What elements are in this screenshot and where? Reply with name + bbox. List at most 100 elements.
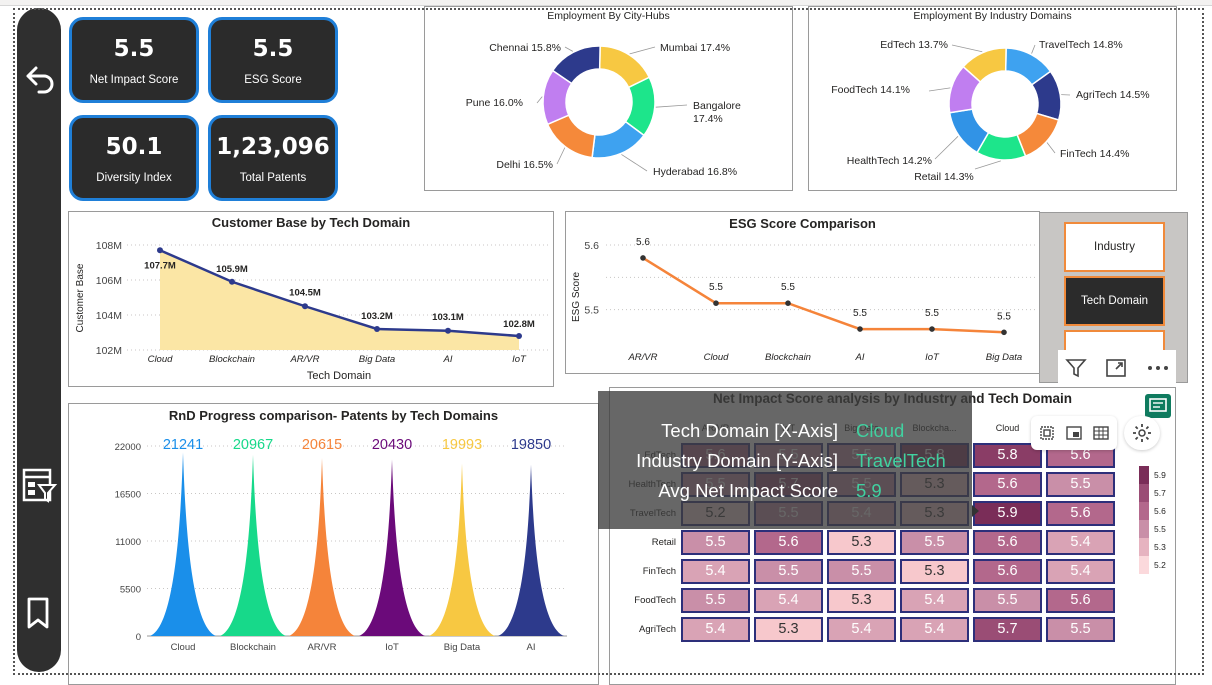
donut-industry-chart[interactable]: TravelTech 14.8% AgriTech 14.5% FinTech 14…: [809, 7, 1178, 192]
donut-city-chart[interactable]: Mumbai 17.4% Bangalore 17.4% Hyderabad 16.8…: [425, 7, 794, 192]
kpi-label: Net Impact Score: [89, 74, 179, 86]
x-tick-label: Big Data: [359, 354, 395, 365]
x-tick-label: Cloud: [148, 354, 174, 365]
more-options-icon[interactable]: [1144, 356, 1172, 380]
leader-line: [974, 160, 1001, 170]
donut-industry-panel[interactable]: Employment By Industry Domains TravelTec…: [808, 6, 1177, 191]
kpi-label: Diversity Index: [96, 172, 172, 184]
data-label: 102.8M: [503, 319, 535, 330]
data-point: [785, 300, 791, 306]
tooltip-key: Avg Net Impact Score: [658, 480, 838, 501]
data-label: 105.9M: [216, 264, 248, 275]
customer-base-panel[interactable]: Customer Base by Tech Domain 108M 106M 104…: [68, 211, 554, 387]
slice-label: HealthTech 14.2%: [847, 155, 932, 167]
spike-mark: [150, 452, 216, 636]
data-point: [302, 303, 308, 310]
data-point: [445, 327, 451, 334]
data-label: 20615: [302, 437, 342, 453]
data-point: [929, 326, 935, 332]
donut-city-panel[interactable]: Employment By City-Hubs Mumbai 17.4% Bang…: [424, 6, 793, 191]
data-label: 21241: [163, 437, 203, 453]
filter-icon[interactable]: [1064, 356, 1088, 380]
esg-score-chart[interactable]: 5.6 5.5 5.6 AR/VR 5.5 Cloud 5.5 Blockchain 5.5 AI…: [566, 212, 1041, 375]
leader-line: [951, 44, 983, 53]
y-tick-label: 102M: [96, 345, 122, 357]
data-label: 19850: [511, 437, 551, 453]
y-tick-label: 5500: [120, 585, 141, 596]
leader-line: [655, 104, 688, 108]
data-label: 20967: [233, 437, 273, 453]
kpi-value: 5.5: [113, 36, 155, 62]
y-tick-label: 106M: [96, 275, 122, 287]
table-view-icon[interactable]: [1091, 424, 1111, 442]
slice-label: Bangalore 17.4%: [693, 100, 741, 125]
spike-mark: [220, 454, 286, 636]
heatmap-tooltip: Tech Domain [X-Axis] Cloud Industry Doma…: [598, 391, 972, 529]
data-label: 5.5: [853, 308, 867, 319]
x-tick-label: AI: [527, 642, 536, 653]
customer-base-chart[interactable]: 108M 106M 104M 102M 107.7M Cloud 105.9M Blockch…: [69, 212, 555, 388]
tooltip-value: TravelTech: [856, 450, 946, 471]
comment-icon[interactable]: [1145, 394, 1171, 418]
rnd-progress-chart[interactable]: 22000 16500 11000 5500 0 21241 Cloud 20967 Block…: [69, 404, 600, 685]
data-label: 5.6: [636, 237, 650, 248]
data-point: [229, 278, 235, 285]
tooltip-row: Tech Domain [X-Axis] Cloud: [598, 420, 972, 450]
slicer-option-partial[interactable]: [1064, 330, 1165, 352]
leader-line: [564, 46, 574, 52]
focus-mode-icon[interactable]: [1104, 356, 1128, 380]
slice-label: Pune 16.0%: [466, 97, 523, 109]
filter-pane-icon[interactable]: [17, 464, 61, 508]
data-point: [857, 326, 863, 332]
kpi-value: 5.5: [252, 36, 294, 62]
settings-button[interactable]: [1124, 416, 1160, 450]
slice-label: FoodTech 14.1%: [831, 84, 910, 96]
data-label: 5.5: [997, 311, 1011, 322]
tooltip-value: Cloud: [856, 420, 905, 441]
y-axis-title: ESG Score: [571, 272, 582, 322]
tooltip-value: 5.9: [856, 480, 882, 501]
data-point: [1001, 329, 1007, 336]
x-tick-label: IoT: [512, 354, 527, 365]
slicer-option-tech-domain[interactable]: Tech Domain: [1064, 276, 1165, 326]
slice-label: EdTech 13.7%: [880, 39, 948, 51]
x-tick-label: Blockchain: [230, 642, 276, 653]
leader-line: [621, 154, 648, 172]
x-tick-label: Big Data: [986, 352, 1022, 363]
x-tick-label: IoT: [925, 352, 940, 363]
y-axis-title: Customer Base: [75, 263, 86, 332]
drill-icon[interactable]: [1037, 424, 1057, 442]
expand-icon[interactable]: [1064, 424, 1084, 442]
leader-line: [1031, 44, 1036, 54]
data-label: 103.2M: [361, 311, 393, 322]
y-tick-label: 104M: [96, 310, 122, 322]
kpi-label: ESG Score: [244, 74, 302, 86]
slice-label: FinTech 14.4%: [1060, 148, 1129, 160]
kpi-esg-score: 5.5 ESG Score: [208, 17, 338, 103]
gear-icon: [1133, 424, 1151, 442]
tooltip-row: Avg Net Impact Score 5.9: [598, 480, 972, 510]
slicer-option-industry[interactable]: Industry: [1064, 222, 1165, 272]
data-label: 5.5: [781, 282, 795, 293]
report-canvas: { "kpis": [ {"value": "5.5", "label": "N…: [0, 0, 1212, 685]
bookmark-icon[interactable]: [17, 595, 61, 631]
y-tick-label: 0: [136, 632, 141, 643]
rnd-progress-panel[interactable]: RnD Progress comparison- Patents by Tech…: [68, 403, 599, 685]
tooltip-row: Industry Domain [Y-Axis] TravelTech: [598, 450, 972, 480]
visual-options-bar: [1031, 416, 1117, 450]
leader-line: [556, 147, 566, 165]
data-point: [374, 326, 380, 332]
x-tick-label: AR/VR: [307, 642, 336, 653]
leader-line: [928, 87, 951, 92]
series-line: [642, 256, 1005, 334]
spike-mark: [289, 457, 355, 636]
esg-score-panel[interactable]: ESG Score Comparison 5.6 5.5 5.6 AR/VR 5.5 Cl…: [565, 211, 1040, 374]
leader-line: [1046, 142, 1056, 154]
spike-mark: [359, 459, 425, 636]
data-label: 103.1M: [432, 312, 464, 323]
data-label: 20430: [372, 437, 412, 453]
y-tick-label: 11000: [115, 537, 141, 548]
leader-line: [629, 46, 656, 55]
area-fill: [160, 250, 519, 350]
back-arrow-icon[interactable]: [17, 58, 61, 98]
